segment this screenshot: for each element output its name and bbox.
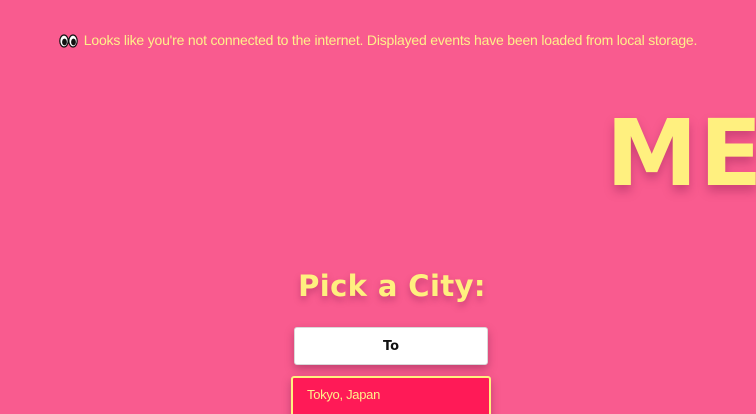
offline-banner: Looks like you're not connected to the i… (0, 30, 756, 50)
offline-message: Looks like you're not connected to the i… (83, 32, 698, 48)
eyes-icon (58, 34, 78, 48)
suggestion-item-tokyo[interactable]: Tokyo, Japan (293, 378, 489, 403)
city-search-input[interactable] (294, 327, 488, 365)
pick-city-heading: Pick a City: (298, 269, 486, 303)
city-suggestions-list: Tokyo, Japan (291, 376, 491, 414)
hero-title: MEE (606, 100, 756, 207)
page: Looks like you're not connected to the i… (0, 0, 756, 414)
